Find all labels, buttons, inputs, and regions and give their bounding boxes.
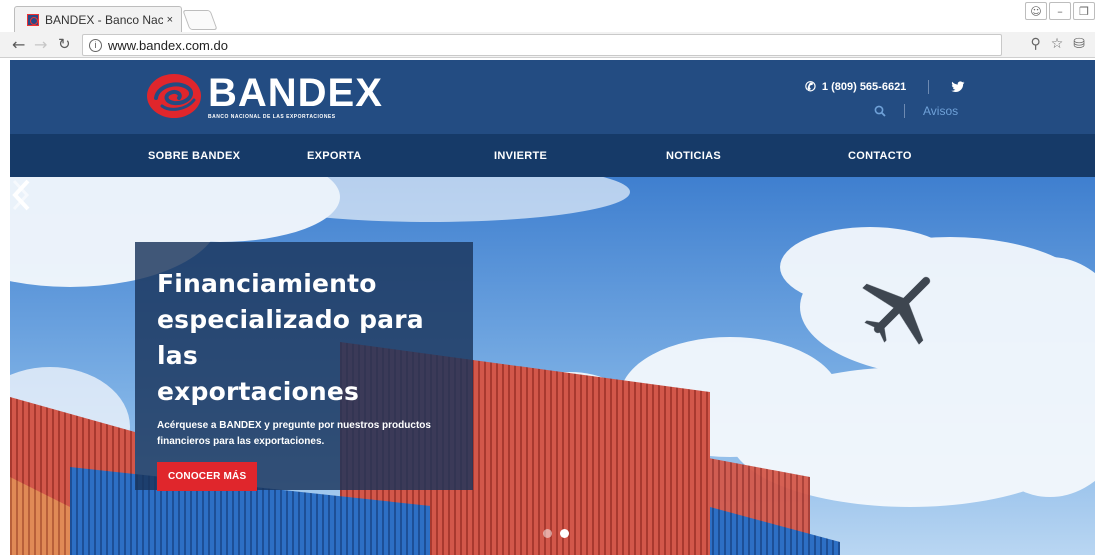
window-controls: ☺ – ❐ <box>1025 2 1095 20</box>
bandex-logo[interactable]: BANDEX BANCO NACIONAL DE LAS EXPORTACION… <box>146 72 383 120</box>
omnibar-actions: ⚲ ☆ ⛁ <box>1030 36 1085 52</box>
hero-title-line: Financiamiento <box>157 269 377 298</box>
user-icon[interactable]: ☺ <box>1025 2 1047 20</box>
nav-item-exporta[interactable]: EXPORTA <box>307 150 361 162</box>
info-icon[interactable]: i <box>89 38 102 52</box>
back-arrow-icon[interactable]: ← <box>12 35 25 54</box>
slider-dot-active[interactable] <box>560 529 569 538</box>
avisos-link[interactable]: Avisos <box>923 104 958 118</box>
url-text[interactable]: www.bandex.com.do <box>108 38 228 53</box>
tab-close-icon[interactable]: × <box>167 14 173 26</box>
browser-toolbar: ← → ↻ i www.bandex.com.do ⚲ ☆ ⛁ <box>0 32 1095 58</box>
divider <box>904 104 905 118</box>
extension-icon[interactable]: ⛁ <box>1073 36 1085 52</box>
address-bar[interactable]: i www.bandex.com.do <box>82 34 1002 56</box>
twitter-icon[interactable] <box>951 81 965 93</box>
phone-icon: ✆ <box>805 79 816 94</box>
restore-icon[interactable]: ❐ <box>1073 2 1095 20</box>
hero-title-line: especializado para las <box>157 305 424 370</box>
nav-item-noticias[interactable]: NOTICIAS <box>666 150 721 162</box>
conocer-mas-button[interactable]: CONOCER MÁS <box>157 462 258 491</box>
logo-swirl-icon <box>147 74 201 118</box>
new-tab-button[interactable] <box>182 10 218 30</box>
site-header: BANDEX BANCO NACIONAL DE LAS EXPORTACION… <box>10 60 1095 134</box>
nav-item-contacto[interactable]: CONTACTO <box>848 150 912 162</box>
hero-slider: Financiamiento especializado para las ex… <box>10 177 1095 555</box>
divider <box>928 80 930 94</box>
star-icon[interactable]: ☆ <box>1051 36 1064 52</box>
website: BANDEX BANCO NACIONAL DE LAS EXPORTACION… <box>10 60 1095 555</box>
slider-dots <box>543 529 569 538</box>
hero-caption-card: Financiamiento especializado para las ex… <box>135 242 473 491</box>
slider-dot[interactable] <box>543 529 552 538</box>
hero-title-line: exportaciones <box>157 377 360 406</box>
minimize-icon[interactable]: – <box>1049 2 1071 20</box>
zoom-icon[interactable]: ⚲ <box>1030 36 1040 52</box>
nav-item-invierte[interactable]: INVIERTE <box>494 150 547 162</box>
phone-number[interactable]: 1 (809) 565-6621 <box>822 81 906 93</box>
logo-name: BANDEX <box>208 70 383 115</box>
browser-tabstrip: BANDEX - Banco Nacion × ☺ – ❐ <box>0 0 1095 32</box>
utility-row: Avisos <box>874 104 958 118</box>
reload-icon[interactable]: ↻ <box>58 35 71 53</box>
nav-item-sobre-bandex[interactable]: SOBRE BANDEX <box>148 150 240 162</box>
hero-title: Financiamiento especializado para las ex… <box>157 266 451 410</box>
main-nav: SOBRE BANDEX EXPORTA INVIERTE NOTICIAS C… <box>10 134 1095 177</box>
forward-arrow-icon[interactable]: → <box>34 35 47 54</box>
search-icon[interactable] <box>874 105 886 117</box>
logo-text: BANDEX BANCO NACIONAL DE LAS EXPORTACION… <box>208 73 383 120</box>
favicon-icon <box>27 13 39 26</box>
contact-row: ✆ 1 (809) 565-6621 <box>805 79 965 95</box>
tab-title: BANDEX - Banco Nacion <box>45 12 163 27</box>
browser-tab[interactable]: BANDEX - Banco Nacion × <box>14 6 182 32</box>
hero-subtitle: Acérquese a BANDEX y pregunte por nuestr… <box>157 420 431 447</box>
chevron-right-icon[interactable] <box>10 177 32 213</box>
